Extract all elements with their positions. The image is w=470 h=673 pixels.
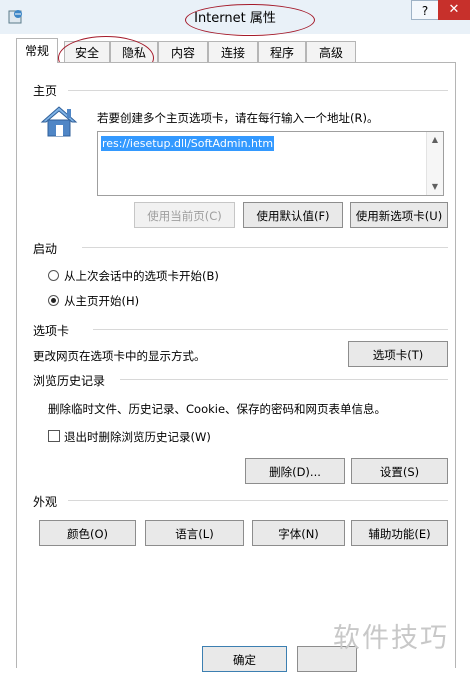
divider [68, 500, 448, 501]
vertical-scrollbar[interactable]: ▲ ▼ [426, 132, 443, 195]
delete-history-button[interactable]: 删除(D)... [245, 458, 345, 484]
delete-on-exit-label[interactable]: 退出时删除浏览历史记录(W) [64, 429, 211, 445]
tab-content[interactable]: 内容 [158, 41, 208, 63]
home-page-url-textarea[interactable]: res://iesetup.dll/SoftAdmin.htm ▲ ▼ [97, 131, 444, 196]
close-button[interactable]: ✕ [438, 0, 470, 20]
tab-programs[interactable]: 程序 [258, 41, 306, 63]
accessibility-button[interactable]: 辅助功能(E) [351, 520, 448, 546]
home-page-radio[interactable] [48, 295, 59, 306]
scroll-down-arrow-icon[interactable]: ▼ [427, 182, 443, 191]
browsing-history-section-label: 浏览历史记录 [33, 374, 106, 388]
divider [93, 329, 448, 330]
home-page-description: 若要创建多个主页选项卡，请在每行输入一个地址(R)。 [97, 111, 379, 125]
tab-advanced[interactable]: 高级 [306, 41, 356, 63]
use-default-button[interactable]: 使用默认值(F) [243, 202, 343, 228]
home-page-section-label: 主页 [33, 84, 58, 98]
tabs-description: 更改网页在选项卡中的显示方式。 [33, 349, 206, 363]
radio-selected-dot [51, 298, 56, 303]
divider [82, 247, 448, 248]
divider [120, 379, 448, 380]
use-new-tab-button[interactable]: 使用新选项卡(U) [350, 202, 448, 228]
use-current-button[interactable]: 使用当前页(C) [134, 202, 235, 228]
home-page-url-value: res://iesetup.dll/SoftAdmin.htm [101, 136, 275, 151]
delete-on-exit-checkbox[interactable] [48, 430, 60, 442]
languages-button[interactable]: 语言(L) [145, 520, 244, 546]
scroll-up-arrow-icon[interactable]: ▲ [427, 135, 443, 144]
colors-button[interactable]: 颜色(O) [39, 520, 136, 546]
home-page-radio-label[interactable]: 从主页开始(H) [64, 293, 139, 309]
tab-connections[interactable]: 连接 [208, 41, 258, 63]
last-session-label[interactable]: 从上次会话中的选项卡开始(B) [64, 268, 219, 284]
tabs-section-label: 选项卡 [33, 324, 70, 338]
divider [68, 90, 448, 91]
fonts-button[interactable]: 字体(N) [252, 520, 345, 546]
appearance-section-label: 外观 [33, 495, 58, 509]
house-icon [40, 106, 78, 137]
tabs-button[interactable]: 选项卡(T) [348, 341, 448, 367]
tab-general[interactable]: 常规 [16, 38, 58, 63]
history-settings-button[interactable]: 设置(S) [351, 458, 448, 484]
startup-section-label: 启动 [33, 242, 58, 256]
ok-button[interactable]: 确定 [202, 646, 287, 672]
last-session-radio[interactable] [48, 270, 59, 281]
help-button[interactable]: ? [411, 0, 439, 20]
watermark: 软件技巧 [333, 623, 449, 654]
browsing-history-description: 删除临时文件、历史记录、Cookie、保存的密码和网页表单信息。 [48, 402, 387, 416]
title-annotation-ellipse [185, 4, 315, 36]
